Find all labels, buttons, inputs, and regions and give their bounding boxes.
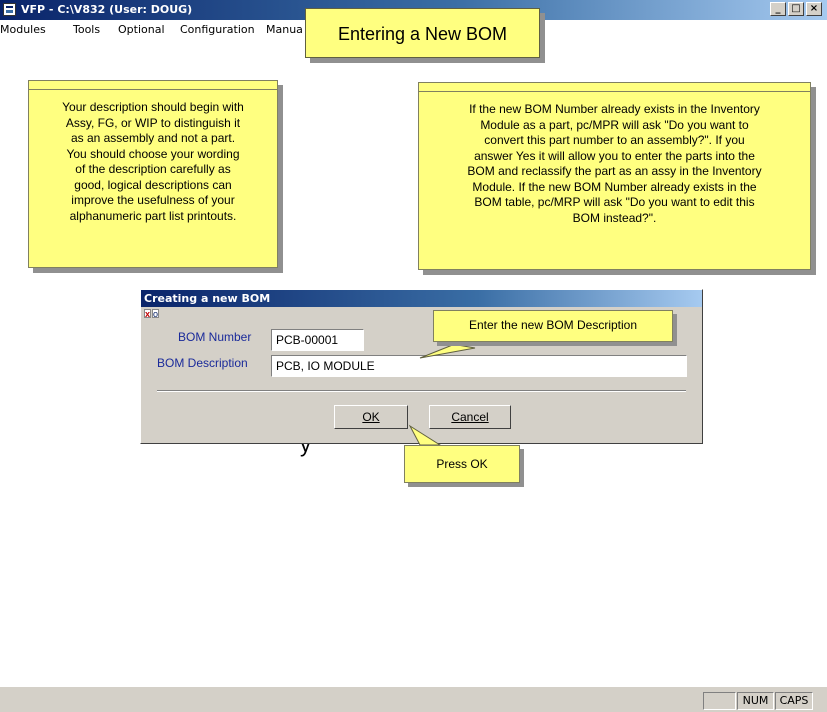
status-num: NUM (737, 692, 774, 710)
callout-line: If the new BOM Number already exists in … (469, 102, 760, 116)
ok-hint-text: Press OK (436, 457, 488, 471)
close-button[interactable]: × (806, 2, 822, 16)
window-title: VFP - C:\V832 (User: DOUG) (21, 3, 193, 16)
cancel-button-label: Cancel (451, 410, 489, 424)
right-existing-bom-callout: If the new BOM Number already exists in … (418, 82, 811, 270)
dialog-options-icon[interactable]: o (152, 309, 159, 319)
status-caps: CAPS (775, 692, 813, 710)
callout-line: of the description carefully as (75, 162, 231, 176)
status-bar: NUM CAPS (0, 686, 827, 712)
dialog-mini-controls: x o (144, 309, 160, 319)
callout-line: Your description should begin with (62, 100, 244, 114)
description-hint-text: Enter the new BOM Description (468, 318, 638, 332)
menu-manual[interactable]: Manua (266, 23, 303, 36)
bom-number-input[interactable]: PCB-00001 (271, 329, 364, 351)
callout-header-bar (419, 83, 810, 92)
bom-description-label: BOM Description (157, 356, 248, 370)
callout-line: BOM instead?". (572, 210, 657, 225)
dialog-title: Creating a new BOM (141, 290, 702, 307)
callout-line: improve the usefulness of your (71, 193, 235, 207)
ok-button[interactable]: OK (334, 405, 408, 429)
callout-line: Module. If the new BOM Number already ex… (472, 179, 757, 194)
callout-line: alphanumeric part list printouts. (69, 208, 237, 223)
right-callout-text: If the new BOM Number already exists in … (425, 102, 804, 226)
cancel-button[interactable]: Cancel (429, 405, 511, 429)
left-description-callout: Your description should begin with Assy,… (28, 80, 278, 268)
callout-line: good, logical descriptions can (74, 177, 232, 192)
callout-line: answer Yes it will allow you to enter th… (474, 148, 755, 163)
callout-line: BOM and reclassify the part as an assy i… (467, 164, 762, 178)
callout-header-bar (29, 81, 277, 90)
callout-line: as an assembly and not a part. (70, 131, 236, 145)
menu-configuration[interactable]: Configuration (180, 23, 255, 36)
dialog-separator (157, 390, 686, 392)
main-title-callout: Entering a New BOM (305, 8, 540, 58)
menu-modules[interactable]: Modules (0, 23, 46, 36)
status-cell-blank (703, 692, 736, 710)
callout-line: Module as a part, pc/MPR will ask "Do yo… (480, 117, 749, 132)
left-callout-text: Your description should begin with Assy,… (35, 100, 271, 224)
minimize-button[interactable]: _ (770, 2, 786, 16)
menu-optional[interactable]: Optional (118, 23, 165, 36)
ok-hint-callout: Press OK (404, 445, 520, 483)
app-icon[interactable] (3, 3, 16, 16)
maximize-button[interactable]: □ (788, 2, 804, 16)
callout-line: BOM table, pc/MRP will ask "Do you want … (474, 195, 755, 209)
window-controls: _ □ × (770, 2, 822, 18)
callout-line: You should choose your wording (66, 146, 240, 161)
bom-description-input[interactable]: PCB, IO MODULE (271, 355, 687, 377)
description-hint-callout: Enter the new BOM Description (433, 310, 673, 342)
menu-tools[interactable]: Tools (73, 23, 100, 36)
callout-line: Assy, FG, or WIP to distinguish it (65, 115, 241, 130)
ok-button-label: OK (362, 410, 380, 424)
callout-line: convert this part number to an assembly?… (484, 133, 745, 147)
dialog-close-icon[interactable]: x (144, 309, 151, 319)
bom-number-label: BOM Number (178, 330, 252, 344)
